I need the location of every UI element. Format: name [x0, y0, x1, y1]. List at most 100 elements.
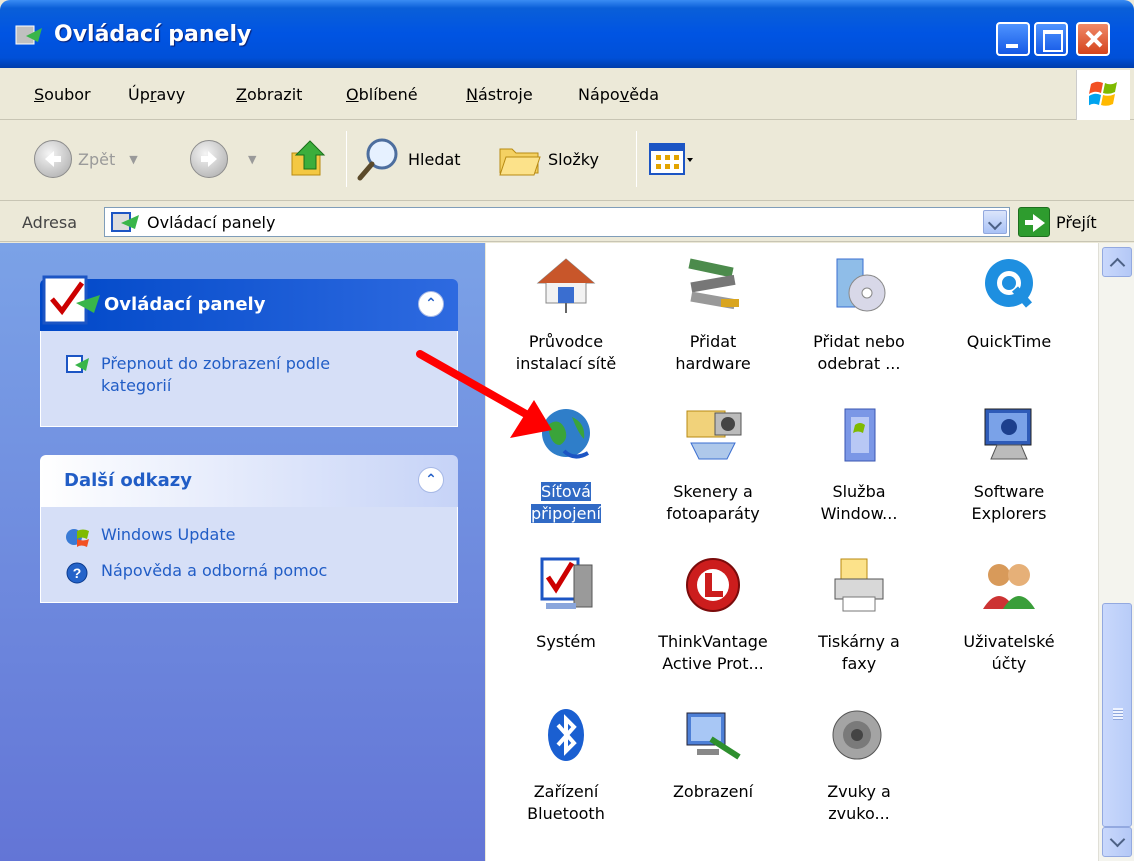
- system-item[interactable]: Systém: [501, 553, 631, 653]
- item-label-line2: zvuko...: [828, 804, 890, 823]
- menu-bar: Soubor Úpravy Zobrazit Oblíbené Nástroje…: [0, 68, 1134, 120]
- add-remove-programs-item[interactable]: Přidat nebo odebrat ...: [794, 253, 924, 375]
- toolbar-separator: [346, 131, 347, 187]
- address-dropdown-icon[interactable]: [983, 210, 1007, 234]
- toolbar: Zpět ▼ ▼ Hledat Složky: [0, 121, 1134, 201]
- forward-arrow-icon: [190, 140, 228, 178]
- red-arrow-annotation: [416, 350, 552, 438]
- help-support-link[interactable]: ? Nápověda a odborná pomoc: [41, 561, 457, 585]
- folders-label: Složky: [548, 149, 599, 169]
- other-links-box-header[interactable]: Další odkazy ⌃: [40, 455, 458, 507]
- views-icon: [649, 143, 693, 175]
- thinkvantage-item[interactable]: ThinkVantage Active Prot...: [648, 553, 778, 675]
- scroll-down-button[interactable]: [1102, 827, 1132, 857]
- vertical-scrollbar[interactable]: [1098, 243, 1134, 861]
- forward-button[interactable]: ▼: [190, 133, 256, 185]
- scroll-thumb[interactable]: [1102, 603, 1132, 827]
- user-accounts-item[interactable]: Uživatelské účty: [944, 553, 1074, 675]
- bluetooth-icon: [548, 709, 584, 761]
- software-explorers-item[interactable]: Software Explorers: [944, 403, 1074, 525]
- control-panel-items: Průvodce instalací sítě Přidat hardware Př…: [486, 243, 1098, 861]
- windows-update-link[interactable]: Windows Update: [41, 525, 457, 549]
- scanners-cameras-item[interactable]: Skenery a fotoaparáty: [648, 403, 778, 525]
- go-button[interactable]: Přejít: [1018, 205, 1097, 239]
- up-folder-icon: [291, 140, 326, 176]
- item-label-line1: Software: [973, 482, 1045, 501]
- sounds-audio-item[interactable]: Zvuky a zvuko...: [794, 703, 924, 825]
- control-panel-icon: [15, 25, 42, 45]
- help-icon: ?: [66, 562, 88, 584]
- printer-icon: [834, 558, 884, 612]
- item-label-line2: Window...: [820, 504, 898, 523]
- item-label-line2: odebrat ...: [817, 354, 901, 373]
- item-label-line2: připojení: [531, 504, 601, 523]
- item-label-line1: Uživatelské: [963, 632, 1055, 651]
- minimize-button[interactable]: [996, 22, 1030, 56]
- scroll-grip-icon: [1113, 708, 1123, 720]
- item-label-line2: Explorers: [971, 504, 1047, 523]
- maximize-button[interactable]: [1034, 22, 1068, 56]
- views-button[interactable]: [648, 133, 694, 185]
- item-label-line2: faxy: [841, 654, 877, 673]
- menu-tools[interactable]: Nástroje: [466, 85, 533, 104]
- display-icon: [686, 712, 741, 760]
- item-label-line2: Active Prot...: [662, 654, 764, 673]
- scanner-camera-icon: [686, 410, 742, 460]
- menu-edit[interactable]: Úpravy: [128, 85, 185, 104]
- menu-view[interactable]: Zobrazit: [236, 85, 302, 104]
- item-label-line1: ThinkVantage: [658, 632, 768, 651]
- switch-category-view-link[interactable]: Přepnout do zobrazení podle kategorií: [41, 353, 457, 397]
- windows-service-item[interactable]: Služba Window...: [794, 403, 924, 525]
- toolbar-separator: [636, 131, 637, 187]
- scroll-up-button[interactable]: [1102, 247, 1132, 277]
- item-label-line1: Služba: [832, 482, 886, 501]
- item-label-line1: Zařízení: [533, 782, 599, 801]
- collapse-chevron-icon[interactable]: ⌃: [418, 467, 444, 493]
- thinkvantage-icon: [686, 558, 740, 612]
- close-button[interactable]: [1076, 22, 1110, 56]
- collapse-chevron-icon[interactable]: ⌃: [418, 291, 444, 317]
- address-value: Ovládací panely: [147, 213, 276, 232]
- control-panel-box-header[interactable]: Ovládací panely ⌃: [40, 275, 458, 331]
- forward-dropdown-icon[interactable]: ▼: [248, 153, 256, 166]
- quicktime-icon: [985, 259, 1033, 308]
- item-label-line1: Síťová: [541, 482, 591, 501]
- search-icon: [357, 138, 398, 181]
- printers-faxes-item[interactable]: Tiskárny a faxy: [794, 553, 924, 675]
- item-label-line1: Systém: [536, 632, 596, 651]
- control-panel-icon: [111, 212, 139, 232]
- back-button[interactable]: Zpět ▼: [34, 133, 138, 185]
- quicktime-item[interactable]: QuickTime: [944, 253, 1074, 353]
- back-dropdown-icon[interactable]: ▼: [129, 153, 137, 166]
- item-label-line1: Přidat nebo: [813, 332, 905, 351]
- display-item[interactable]: Zobrazení: [648, 703, 778, 803]
- item-label-line2: fotoaparáty: [666, 504, 760, 523]
- menu-favorites[interactable]: Oblíbené: [346, 85, 418, 104]
- back-label: Zpět: [78, 149, 116, 169]
- item-label-line1: Skenery a: [673, 482, 753, 501]
- search-button[interactable]: Hledat: [356, 133, 461, 185]
- item-label-line1: QuickTime: [966, 332, 1052, 351]
- help-support-label: Nápověda a odborná pomoc: [101, 561, 328, 580]
- menu-file[interactable]: Soubor: [34, 85, 91, 104]
- window-title: Ovládací panely: [54, 22, 252, 47]
- control-panel-box-title: Ovládací panely: [104, 294, 266, 315]
- task-pane: Ovládací panely ⌃ Přepnout do zobrazení …: [0, 243, 485, 861]
- other-links-box: Další odkazy ⌃ Windows Update ? Nápověda…: [40, 455, 458, 603]
- title-bar: Ovládací panely: [0, 0, 1134, 68]
- item-label-line1: Přidat: [689, 332, 737, 351]
- speaker-icon: [832, 710, 882, 760]
- up-folder-button[interactable]: [288, 133, 330, 185]
- search-label: Hledat: [408, 149, 461, 169]
- address-input[interactable]: Ovládací panely: [104, 207, 1010, 237]
- control-panel-small-icon: [66, 355, 89, 373]
- menu-help[interactable]: Nápověda: [578, 85, 659, 104]
- system-icon: [540, 557, 593, 609]
- item-label-line1: Zobrazení: [672, 782, 754, 801]
- folders-button[interactable]: Složky: [498, 133, 599, 185]
- item-label-line2: Bluetooth: [527, 804, 605, 823]
- add-hardware-item[interactable]: Přidat hardware: [648, 253, 778, 375]
- item-label-line2: hardware: [675, 354, 751, 373]
- bluetooth-devices-item[interactable]: Zařízení Bluetooth: [501, 703, 631, 825]
- software-explorers-icon: [984, 408, 1032, 460]
